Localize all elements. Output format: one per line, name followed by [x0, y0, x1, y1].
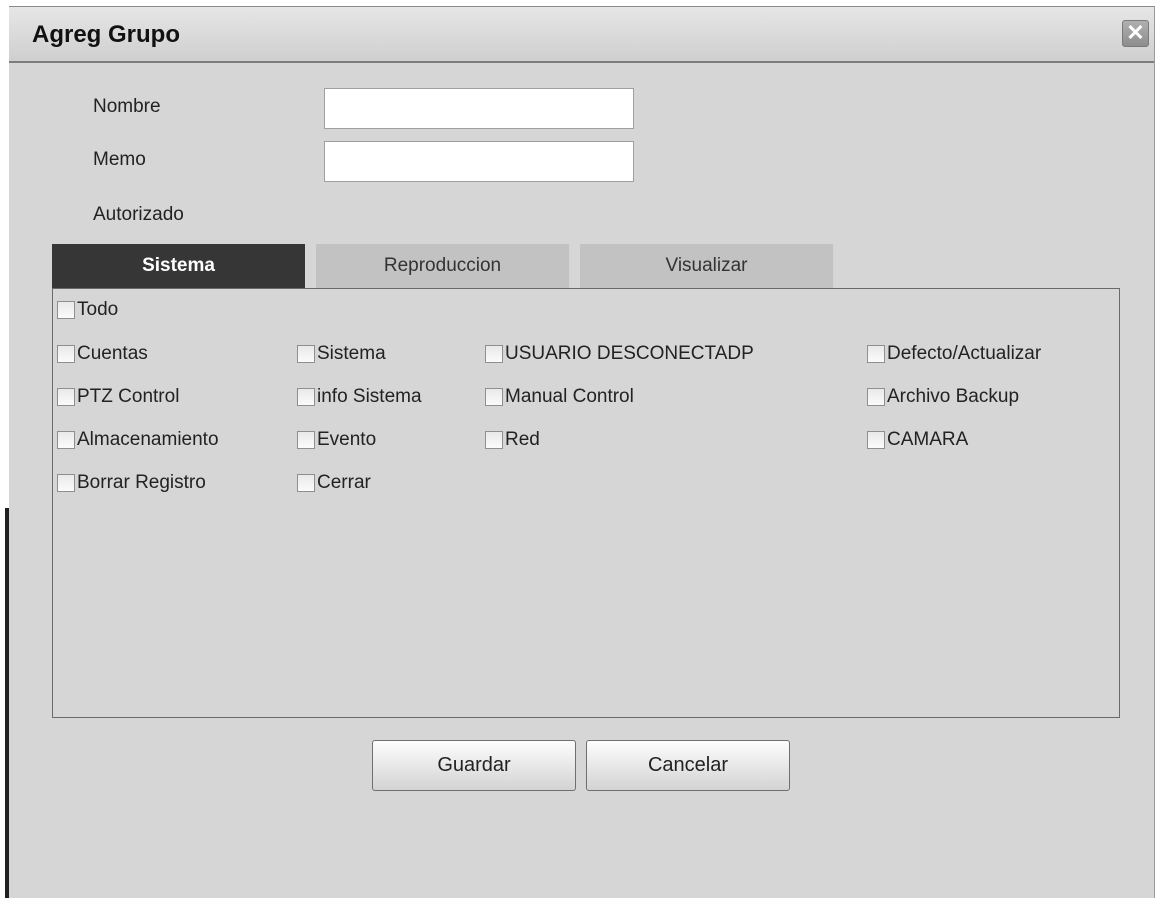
checkbox-box[interactable]: [297, 474, 315, 492]
checkbox-box[interactable]: [297, 388, 315, 406]
checkbox-box[interactable]: [485, 431, 503, 449]
checkbox-box[interactable]: [297, 431, 315, 449]
checkbox-box[interactable]: [57, 474, 75, 492]
checkbox-label: Cuentas: [77, 343, 148, 364]
checkbox-archivo-backup[interactable]: Archivo Backup: [867, 386, 1019, 408]
name-label: Nombre: [93, 96, 161, 117]
checkbox-label: CAMARA: [887, 429, 969, 450]
checkbox-box[interactable]: [57, 301, 75, 319]
name-field[interactable]: [324, 88, 634, 129]
checkbox-defecto-actualizar[interactable]: Defecto/Actualizar: [867, 343, 1041, 365]
tab-sistema[interactable]: Sistema: [52, 244, 305, 288]
save-button[interactable]: Guardar: [372, 740, 576, 791]
checkbox-box[interactable]: [57, 388, 75, 406]
checkbox-box[interactable]: [57, 345, 75, 363]
checkbox-label: info Sistema: [317, 386, 422, 407]
tab-reproduccion[interactable]: Reproduccion: [316, 244, 569, 288]
checkbox-label: Manual Control: [505, 386, 634, 407]
checkbox-cerrar[interactable]: Cerrar: [297, 472, 371, 494]
checkbox-red[interactable]: Red: [485, 429, 540, 451]
checkbox-label: USUARIO DESCONECTADP: [505, 343, 754, 364]
close-icon[interactable]: ✕: [1122, 20, 1149, 47]
checkbox-label: Sistema: [317, 343, 386, 364]
checkbox-label: Borrar Registro: [77, 472, 206, 493]
checkbox-camara[interactable]: CAMARA: [867, 429, 968, 451]
authorized-label: Autorizado: [93, 204, 184, 225]
checkbox-box[interactable]: [867, 431, 885, 449]
checkbox-label: Defecto/Actualizar: [887, 343, 1042, 364]
checkbox-label: Cerrar: [317, 472, 371, 493]
checkbox-box[interactable]: [867, 388, 885, 406]
checkbox-ptz-control[interactable]: PTZ Control: [57, 386, 179, 408]
checkbox-borrar-registro[interactable]: Borrar Registro: [57, 472, 206, 494]
permissions-panel: Todo Cuentas Sistema USUARIO DESCONECTAD…: [52, 288, 1120, 718]
left-edge: [0, 0, 9, 898]
add-group-dialog: Agreg Grupo ✕ Nombre Memo Autorizado Sis…: [9, 6, 1155, 898]
checkbox-box[interactable]: [485, 345, 503, 363]
memo-label: Memo: [93, 149, 146, 170]
checkbox-box[interactable]: [57, 431, 75, 449]
tab-visualizar[interactable]: Visualizar: [580, 244, 833, 288]
checkbox-label: PTZ Control: [77, 386, 180, 407]
checkbox-label: Almacenamiento: [77, 429, 219, 450]
dialog-titlebar: Agreg Grupo ✕: [9, 7, 1154, 63]
checkbox-box[interactable]: [485, 388, 503, 406]
checkbox-label: Red: [505, 429, 540, 450]
cancel-button[interactable]: Cancelar: [586, 740, 790, 791]
checkbox-manual-control[interactable]: Manual Control: [485, 386, 634, 408]
checkbox-info-sistema[interactable]: info Sistema: [297, 386, 422, 408]
checkbox-cuentas[interactable]: Cuentas: [57, 343, 148, 365]
checkbox-sistema[interactable]: Sistema: [297, 343, 386, 365]
checkbox-label: Todo: [77, 299, 119, 320]
checkbox-evento[interactable]: Evento: [297, 429, 376, 451]
checkbox-label: Archivo Backup: [887, 386, 1020, 407]
checkbox-almacenamiento[interactable]: Almacenamiento: [57, 429, 219, 451]
checkbox-box[interactable]: [867, 345, 885, 363]
checkbox-usuario-desconectadp[interactable]: USUARIO DESCONECTADP: [485, 343, 754, 365]
checkbox-todo[interactable]: Todo: [57, 299, 118, 321]
checkbox-box[interactable]: [297, 345, 315, 363]
dialog-title: Agreg Grupo: [32, 21, 180, 48]
checkbox-label: Evento: [317, 429, 377, 450]
memo-field[interactable]: [324, 141, 634, 182]
